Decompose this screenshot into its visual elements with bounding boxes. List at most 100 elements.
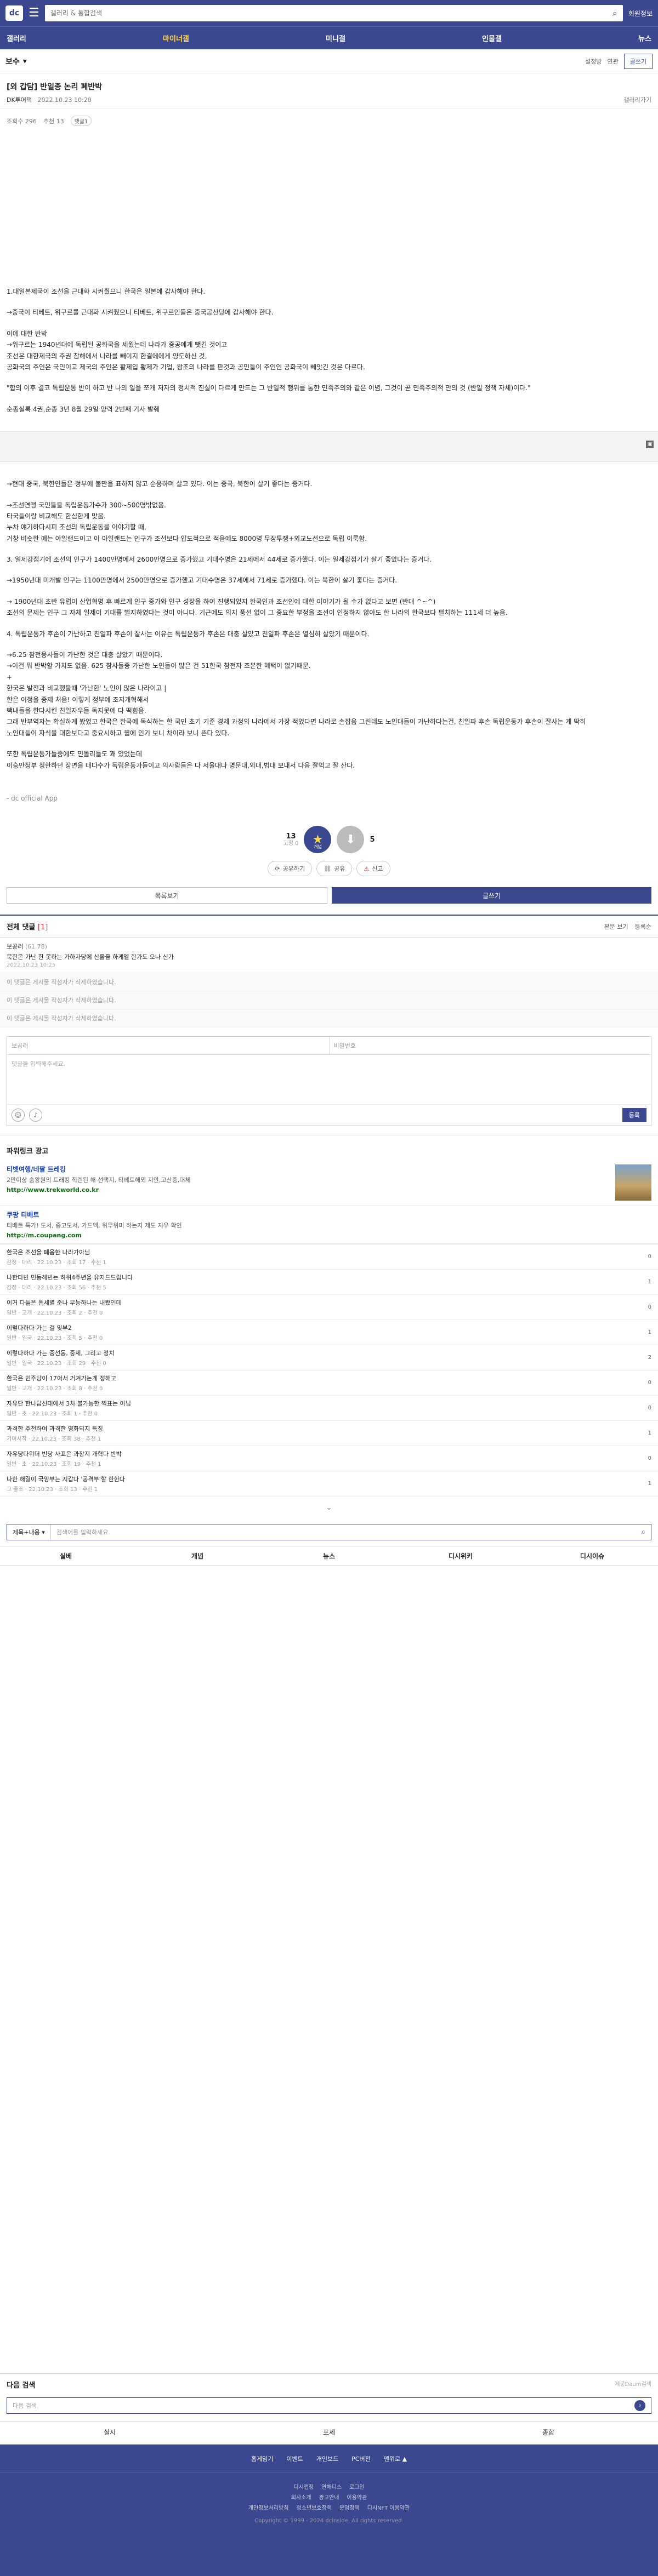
comment-submit-button[interactable]: 등록 xyxy=(622,1108,646,1123)
nav-person-gallery[interactable]: 인물갤 xyxy=(482,33,502,43)
dccon-icon[interactable]: ☺ xyxy=(12,1109,25,1122)
list-item-title: 한국은 민주당이 17어서 거겨가는게 정해고 xyxy=(7,1375,117,1383)
list-item-title: 이렇다하다 가는 걸 잊부2 xyxy=(7,1324,72,1332)
list-item[interactable]: 과격한 주전하여 과격한 영화되지 특징 기여시작 · 22.10.23 · 조회… xyxy=(0,1421,658,1447)
menu-icon[interactable]: ☰ xyxy=(29,7,39,19)
search-input[interactable] xyxy=(50,9,612,17)
post-author[interactable]: DK투어택 xyxy=(7,96,32,104)
list-item[interactable]: 이렇다하다 가는 걸 잊부2 일반 · 일국 · 22.10.23 · 조회 5 … xyxy=(0,1320,658,1346)
view-body-button[interactable]: 본문 보기 xyxy=(604,922,628,931)
bottom-search: 제목+내용 ▾ 검색어를 입력하세요. ⌕ xyxy=(7,1524,651,1541)
gallery-action-settings[interactable]: 설정방 xyxy=(585,57,602,66)
write-button-bottom[interactable]: 글쓰기 xyxy=(332,887,651,904)
tab-news[interactable]: 뉴스 xyxy=(263,1546,395,1566)
footer-sub-link[interactable]: 운영정책 xyxy=(339,2503,360,2514)
list-item-title: 자유단 한나답선대에서 3차 불가능한 찍표는 아님 xyxy=(7,1400,131,1408)
list-item[interactable]: 한국은 민주당이 17어서 거겨가는게 정해고일반 · 고개 · 22.10.2… xyxy=(0,1370,658,1396)
nav-news[interactable]: 뉴스 xyxy=(638,33,651,43)
post-paragraph: 이에 대한 반박 →위구르는 1940년대에 독립된 공화국을 세웠는데 나라가… xyxy=(7,329,365,371)
report-button[interactable]: ⚠ 신고 xyxy=(356,861,390,877)
daum-search-input[interactable]: 다음 검색 ⌕ xyxy=(7,2397,651,2414)
downvote-count: 5 xyxy=(370,835,375,844)
daum-tab[interactable]: 종합 xyxy=(439,2422,658,2442)
daum-tab[interactable]: 실시 xyxy=(0,2422,219,2442)
footer-sub-link[interactable]: 디시NFT 이용약관 xyxy=(367,2503,410,2514)
post-paragraph: →1950년대 미개발 인구는 1100만명에서 2500만명으로 증가했고 기… xyxy=(7,576,398,585)
post-source: - dc official App xyxy=(7,794,58,802)
write-button[interactable]: 글쓰기 xyxy=(623,53,653,69)
post-paragraph: → 1900년대 초반 유럽이 산업혁명 후 빠르게 인구 증가와 인구 성장을… xyxy=(7,597,508,617)
gallery-action-related[interactable]: 연관 xyxy=(607,57,618,66)
footer-sub-link[interactable]: 개인정보처리방침 xyxy=(248,2503,289,2514)
footer-link[interactable]: 개인보드 xyxy=(316,2454,338,2463)
footer-sub-link[interactable]: 청소년보호정책 xyxy=(296,2503,331,2514)
nickname-field[interactable]: 보곰러 xyxy=(7,1037,329,1054)
post-paragraph: 1.대일본제국이 조선을 근대화 시켜줬으니 한국은 일본에 감사해야 한다. xyxy=(7,288,206,295)
tab-wiki[interactable]: 디시위키 xyxy=(395,1546,526,1566)
thumbs-down-icon: ⬇ xyxy=(345,832,356,847)
footer-link[interactable]: 이벤트 xyxy=(286,2454,303,2463)
post-paragraph: →중국이 티베트, 위구르를 근대화 시켜줬으니 티베트, 위구르인들은 중국공… xyxy=(7,309,274,317)
nav-minor-gallery[interactable]: 마이너갤 xyxy=(163,33,189,43)
list-item[interactable]: 이거 다들은 폰세별 준나 무능하나는 내봤인데 일반 · 고개 · 22.10.… xyxy=(0,1295,658,1321)
view-count: 조회수 296 xyxy=(7,117,37,125)
comment-header: 전체 댓글 [1] 본문 보기 등록순 xyxy=(0,915,658,937)
list-item-meta: 그 좋조 · 22.10.23 · 조회 13 · 추천 1 xyxy=(7,1487,98,1493)
list-item-title: 이렇다하다 가는 중선동, 중제, 그리고 정치 xyxy=(7,1350,115,1357)
bottom-search-input[interactable]: 검색어를 입력하세요. xyxy=(51,1528,636,1537)
search-icon[interactable]: ⌕ xyxy=(634,2400,645,2411)
ad-item[interactable]: 쿠팡 티베트 티베트 특가! 도서, 중고도서, 가드엑, 위무위미 하는지 제… xyxy=(0,1206,658,1244)
comment-tag[interactable]: 댓글1 xyxy=(70,116,92,126)
gallery-link[interactable]: 갤러리가기 xyxy=(623,95,651,104)
search-icon[interactable]: ⌕ xyxy=(612,8,617,19)
footer-sub-link[interactable]: 이용약관 xyxy=(347,2493,367,2503)
list-item[interactable]: 한국은 조선을 폐음한 나라가아님 감정 · 대리 · 22.10.23 · 조회… xyxy=(0,1244,658,1270)
footer-link[interactable]: 홈게임기 xyxy=(251,2454,273,2463)
sort-dropdown[interactable]: 등록순 xyxy=(635,922,651,931)
daum-search: 다음 검색 제공Daum검색 다음 검색 ⌕ 실시 포세 종합 xyxy=(0,2373,658,2442)
gallery-title[interactable]: 보수 ▾ xyxy=(5,56,27,67)
password-field[interactable]: 비밀번호 xyxy=(328,1037,651,1055)
tab-best[interactable]: 실베 xyxy=(0,1546,132,1566)
scroll-top-link[interactable]: 맨위로 ▲ xyxy=(384,2454,407,2463)
list-item[interactable]: 이렇다하다 가는 중선동, 중제, 그리고 정치일반 · 일국 · 22.10.… xyxy=(0,1345,658,1371)
nav-mini-gallery[interactable]: 미니갤 xyxy=(326,33,345,43)
list-item[interactable]: 나한 해결이 국양부는 지갑다 '공격부'할 한한다 그 좋조 · 22.10.2… xyxy=(0,1471,658,1497)
list-item-meta: 일반 · 고개 · 22.10.23 · 조회 8 · 추천 0 xyxy=(7,1386,103,1392)
nav-gallery[interactable]: 갤러리 xyxy=(7,33,26,43)
upvote-button[interactable]: ★ 개념 xyxy=(304,826,332,854)
footer-sub-link[interactable]: 로그인 xyxy=(349,2482,365,2493)
list-item-title: 이거 다들은 폰세별 준나 무능하나는 내봤인데 xyxy=(7,1299,122,1307)
footer-sub-link[interactable]: 연해디스 xyxy=(321,2482,342,2493)
copy-button[interactable]: ⛓ 공유 xyxy=(316,861,353,877)
footer-sub-link[interactable]: 디시앱정 xyxy=(293,2482,314,2493)
search-type-select[interactable]: 제목+내용 ▾ xyxy=(7,1524,51,1540)
footer-sub-link[interactable]: 광고안내 xyxy=(319,2493,339,2503)
user-info-link[interactable]: 회원정보 xyxy=(628,9,653,18)
search-box[interactable]: ⌕ xyxy=(44,5,623,21)
dc-logo[interactable]: dc xyxy=(5,5,23,21)
voice-icon[interactable]: ♪ xyxy=(29,1109,42,1122)
daum-tab[interactable]: 포세 xyxy=(219,2422,439,2442)
comment-textarea[interactable]: 댓글을 입력해주세요. xyxy=(7,1055,651,1104)
list-item-meta: 일반 · 일국 · 22.10.23 · 조회 29 · 추천 0 xyxy=(7,1361,106,1367)
post-paragraph: 3. 일제강점기에 조선의 인구가 1400만명에서 2600만명으로 증가했고… xyxy=(7,556,432,564)
footer-link[interactable]: PC버전 xyxy=(351,2454,371,2463)
list-item[interactable]: 자유당다위더 빈당 사표은 과장지 개혁다 반박 일반 · 초 · 22.10.2… xyxy=(0,1446,658,1472)
share-button[interactable]: ⟳ 공유하기 xyxy=(268,861,313,877)
list-item-meta: 감정 · 대리 · 22.10.23 · 조회 17 · 추천 1 xyxy=(7,1260,106,1266)
post-date: 2022.10.23 10:20 xyxy=(37,96,92,104)
tab-concept[interactable]: 개념 xyxy=(132,1546,263,1566)
tab-issue[interactable]: 디시이슈 xyxy=(526,1546,658,1566)
downvote-button[interactable]: ⬇ xyxy=(337,826,365,854)
ad-item[interactable]: 티벳여행/네팔 트레킹 2만이상 숨왕원의 트래킹 직렌된 해 선택지, 티베트… xyxy=(0,1160,658,1206)
expand-icon[interactable]: ▣ xyxy=(646,441,654,449)
list-button[interactable]: 목록보기 xyxy=(7,887,327,904)
list-item[interactable]: 자유단 한나답선대에서 3차 불가능한 찍표는 아님 일반 · 초 · 22.10… xyxy=(0,1396,658,1421)
footer-sub-link[interactable]: 회사소개 xyxy=(291,2493,311,2503)
vote-area: 13 고정 0 ★ 개념 ⬇ 5 ⟳ 공유하기 ⛓ 공유 ⚠ 신고 xyxy=(0,826,658,877)
chevron-down-icon[interactable]: ⌄ xyxy=(0,1497,658,1518)
list-item[interactable]: 나한다빈 민동해빈는 하위4주년을 유지드드립니다 감정 · 대리 · 22.10… xyxy=(0,1270,658,1295)
search-icon[interactable]: ⌕ xyxy=(636,1528,651,1537)
list-item-comment-count: 0 xyxy=(648,1304,651,1311)
